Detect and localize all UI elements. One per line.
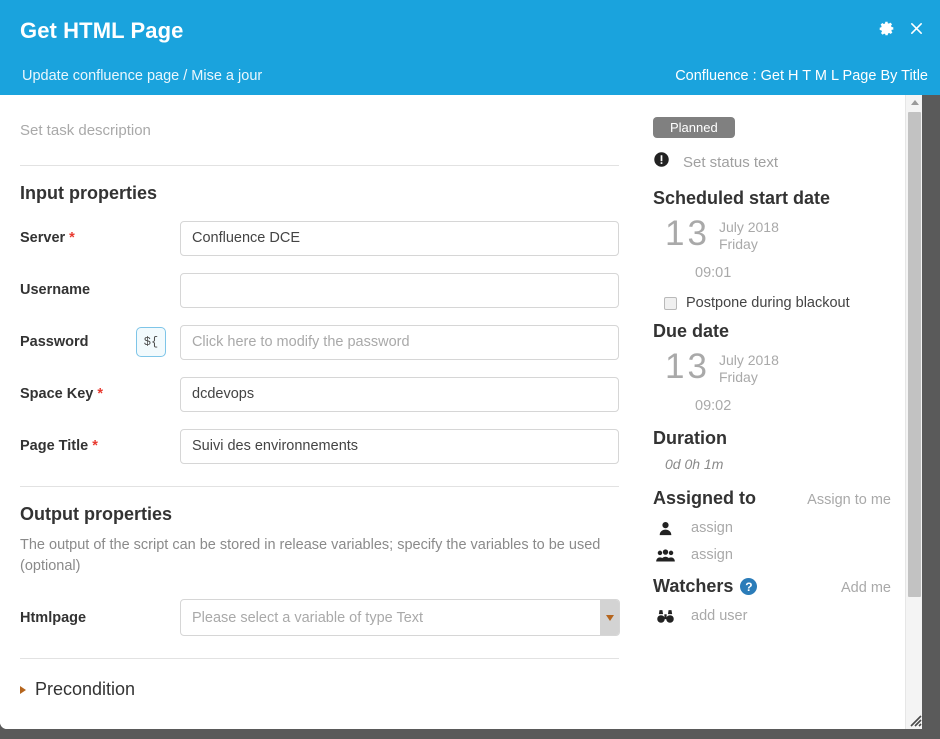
title-bar: Get HTML Page Update confluence page / M…: [0, 0, 940, 95]
due-date-month-year-text: July 2018: [718, 352, 779, 369]
field-label-page-title: Page Title *: [20, 438, 180, 454]
divider-top: [20, 165, 619, 166]
task-type-breadcrumb: Confluence : Get H T M L Page By Title: [675, 68, 928, 84]
add-watcher-label: add user: [691, 608, 748, 625]
field-label-htmlpage: Htmlpage: [20, 609, 87, 626]
field-row-page-title: Page Title *: [20, 428, 619, 464]
htmlpage-select-wrapper: Please select a variable of type Text: [180, 599, 620, 637]
duration-heading: Duration: [653, 428, 727, 449]
field-label-page-title-text: Page Title: [20, 438, 89, 454]
help-icon[interactable]: ?: [740, 578, 758, 596]
required-marker: *: [93, 386, 104, 402]
status-text-input[interactable]: Set status text: [683, 154, 778, 171]
field-label-username: Username: [20, 282, 91, 298]
scroll-up-button[interactable]: [906, 95, 923, 110]
postpone-during-blackout-row[interactable]: Postpone during blackout: [653, 295, 891, 311]
field-row-username: Username: [20, 272, 619, 308]
page-title: Get HTML Page: [20, 18, 184, 43]
scheduled-start-weekday-text: Friday: [718, 236, 758, 253]
chevron-down-icon[interactable]: [600, 600, 619, 636]
binoculars-icon: [655, 609, 676, 624]
output-properties-heading: Output properties: [20, 504, 172, 524]
dialog-body: Set task description Input properties Se…: [0, 95, 922, 729]
required-marker: *: [65, 230, 75, 246]
task-description-input[interactable]: Set task description: [20, 122, 619, 139]
dialog-window: Get HTML Page Update confluence page / M…: [0, 0, 940, 739]
close-icon[interactable]: [906, 18, 926, 38]
postpone-label: Postpone during blackout: [686, 295, 850, 312]
add-me-button[interactable]: Add me: [841, 580, 891, 596]
due-date-day[interactable]: 13: [665, 349, 710, 384]
assign-team-label: assign: [691, 547, 733, 564]
group-icon: [655, 548, 676, 563]
watchers-header: Watchers ? Add me: [653, 576, 891, 597]
assign-user-row[interactable]: assign: [653, 520, 891, 536]
assigned-to-heading: Assigned to: [653, 488, 757, 509]
scheduled-start-date-value[interactable]: 13 July 2018 Friday: [653, 216, 891, 253]
divider-bottom: [20, 658, 619, 660]
window-gutter-right: [922, 95, 940, 739]
scheduled-start-date-heading: Scheduled start date: [653, 188, 831, 208]
precondition-label: Precondition: [35, 679, 136, 700]
scheduled-start-month-year-text: July 2018: [718, 219, 779, 235]
page-title-input[interactable]: [180, 428, 619, 464]
field-row-server: Server *: [20, 220, 619, 256]
resize-grip-icon[interactable]: [908, 713, 922, 727]
divider-middle: [20, 486, 619, 487]
due-date-month-year[interactable]: July 2018 Friday: [719, 352, 779, 386]
gear-icon[interactable]: [876, 18, 896, 38]
space-key-input[interactable]: [180, 376, 619, 412]
field-label-server: Server *: [20, 230, 180, 246]
vertical-scrollbar[interactable]: [905, 95, 923, 729]
required-marker: *: [88, 438, 98, 454]
duration-value: 0d 0h 1m: [665, 456, 724, 473]
window-gutter-bottom: [0, 729, 940, 739]
input-properties-heading: Input properties: [20, 183, 158, 203]
title-bar-actions: [876, 18, 926, 38]
assign-to-me-button[interactable]: Assign to me: [807, 492, 891, 508]
scroll-up-arrow-icon: [910, 100, 919, 105]
password-input[interactable]: [179, 324, 619, 360]
postpone-checkbox[interactable]: [664, 296, 677, 310]
due-date-time[interactable]: 09:02: [653, 398, 891, 414]
warning-icon: [653, 151, 670, 173]
username-input[interactable]: [180, 272, 619, 308]
scheduled-start-day[interactable]: 13: [665, 216, 710, 251]
field-label-server-text: Server: [20, 230, 66, 246]
watchers-heading: Watchers: [653, 576, 734, 597]
due-date-heading: Due date: [653, 321, 730, 342]
form-column: Set task description Input properties Se…: [0, 95, 637, 729]
output-properties-description: The output of the script can be stored i…: [20, 537, 601, 575]
user-icon: [655, 521, 676, 536]
field-label-space-key-text: Space Key: [20, 386, 94, 402]
assign-team-row[interactable]: assign: [653, 547, 891, 563]
precondition-toggle[interactable]: Precondition: [20, 679, 619, 700]
due-date-value[interactable]: 13 July 2018 Friday: [653, 349, 891, 386]
scheduled-start-time[interactable]: 09:01: [653, 265, 891, 281]
scheduled-start-month-year[interactable]: July 2018 Friday: [719, 219, 779, 253]
status-badge: Planned: [653, 117, 735, 138]
field-row-space-key: Space Key *: [20, 376, 619, 412]
watchers-heading-group: Watchers ?: [653, 576, 758, 597]
add-watcher-row[interactable]: add user: [653, 608, 891, 624]
assigned-to-header: Assigned to Assign to me: [653, 488, 891, 509]
field-row-password: Password ${: [20, 324, 619, 360]
breadcrumb: Update confluence page / Mise a jour: [22, 68, 263, 84]
chevron-right-icon: [20, 685, 26, 694]
assign-user-label: assign: [691, 520, 733, 537]
server-input[interactable]: [180, 220, 619, 256]
scrollbar-thumb[interactable]: [908, 112, 921, 597]
chevron-down-glyph: [605, 614, 614, 621]
due-date-weekday-text: Friday: [718, 369, 758, 386]
field-label-space-key: Space Key *: [20, 386, 180, 402]
field-row-htmlpage: Htmlpage Please select a variable of typ…: [20, 599, 620, 637]
variable-picker-button[interactable]: ${: [136, 327, 166, 357]
htmlpage-select[interactable]: Please select a variable of type Text: [180, 599, 620, 637]
status-text-row[interactable]: Set status text: [653, 151, 891, 173]
field-label-password: Password: [20, 334, 89, 350]
sidebar-column: Planned Set status text Scheduled start …: [637, 95, 905, 729]
